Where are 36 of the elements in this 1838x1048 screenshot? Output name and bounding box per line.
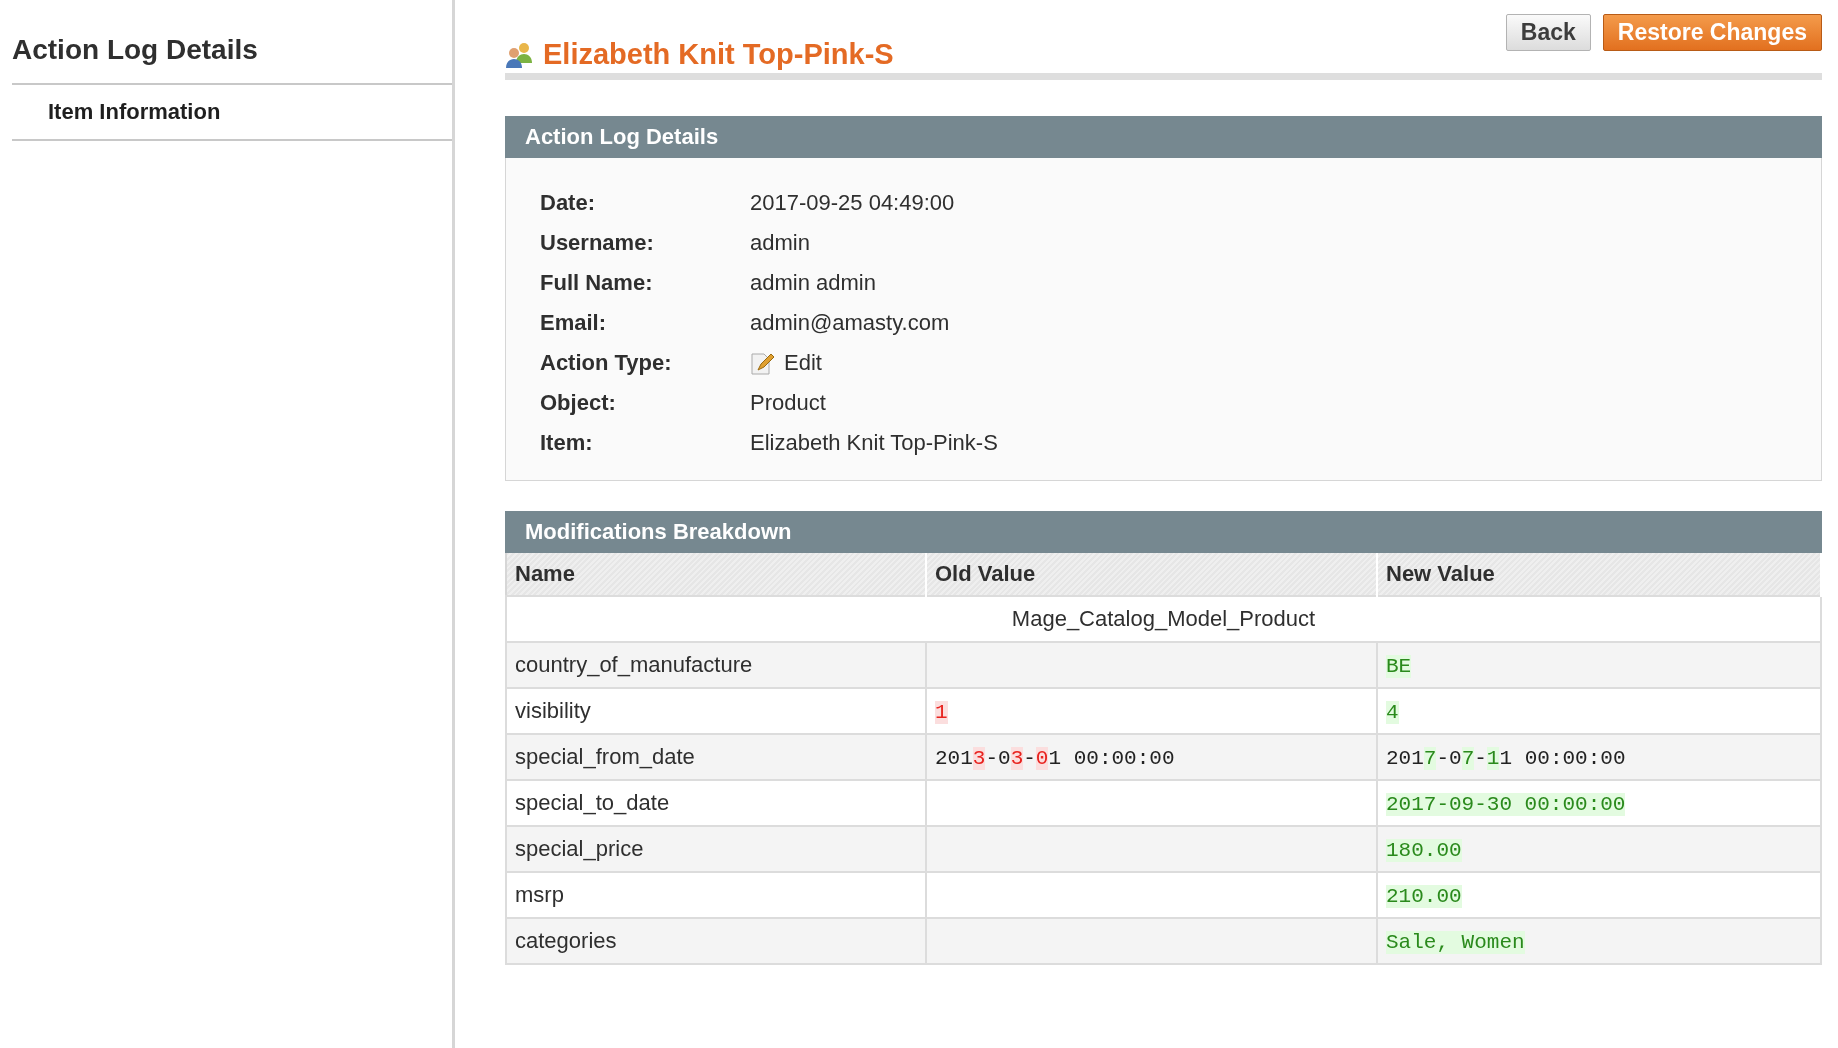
table-cell: categories <box>506 918 926 964</box>
column-header: Name <box>506 553 926 596</box>
field-value: admin <box>750 229 810 257</box>
field-label: Object: <box>540 389 617 417</box>
diff-value: 180.00 <box>1386 839 1462 862</box>
sidebar-tab[interactable]: Item Information <box>12 85 452 141</box>
section-header: Action Log Details <box>505 116 1822 158</box>
field-label: Item: <box>540 429 594 457</box>
field-label: Action Type: <box>540 349 673 377</box>
field-value: admin@amasty.com <box>750 309 950 337</box>
field-value: Product <box>750 389 826 417</box>
users-icon <box>505 40 533 69</box>
diff-value: 4 <box>1386 701 1399 724</box>
field-value: Elizabeth Knit Top-Pink-S <box>750 429 998 457</box>
diff-value: BE <box>1386 655 1412 678</box>
section-header: Modifications Breakdown <box>505 511 1822 553</box>
page-title: Elizabeth Knit Top-Pink-S <box>543 38 894 71</box>
field-label: Email: <box>540 309 608 337</box>
column-header: Old Value <box>926 553 1377 596</box>
diff-value: 2017-09-30 00:00:00 <box>1386 793 1626 816</box>
diff-value: 2017-07-11 00:00:00 <box>1386 747 1626 770</box>
pencil-page-icon <box>750 350 776 376</box>
sidebar-title: Action Log Details <box>12 34 452 85</box>
field-value: admin admin <box>750 269 876 297</box>
field-value: Edit <box>784 349 822 377</box>
diff-value: 2013-03-01 00:00:00 <box>935 747 1175 770</box>
group-cell: Mage_Catalog_Model_Product <box>506 596 1821 642</box>
diff-value: 1 <box>935 701 948 724</box>
back-button[interactable]: Back <box>1505 14 1591 51</box>
diff-value: Sale, Women <box>1386 931 1525 954</box>
field-value: 2017-09-25 04:49:00 <box>750 189 955 217</box>
diff-value: 210.00 <box>1386 885 1462 908</box>
field-label: Date: <box>540 189 596 217</box>
column-header: New Value <box>1377 553 1821 596</box>
field-label: Username: <box>540 229 655 257</box>
field-label: Full Name: <box>540 269 654 297</box>
